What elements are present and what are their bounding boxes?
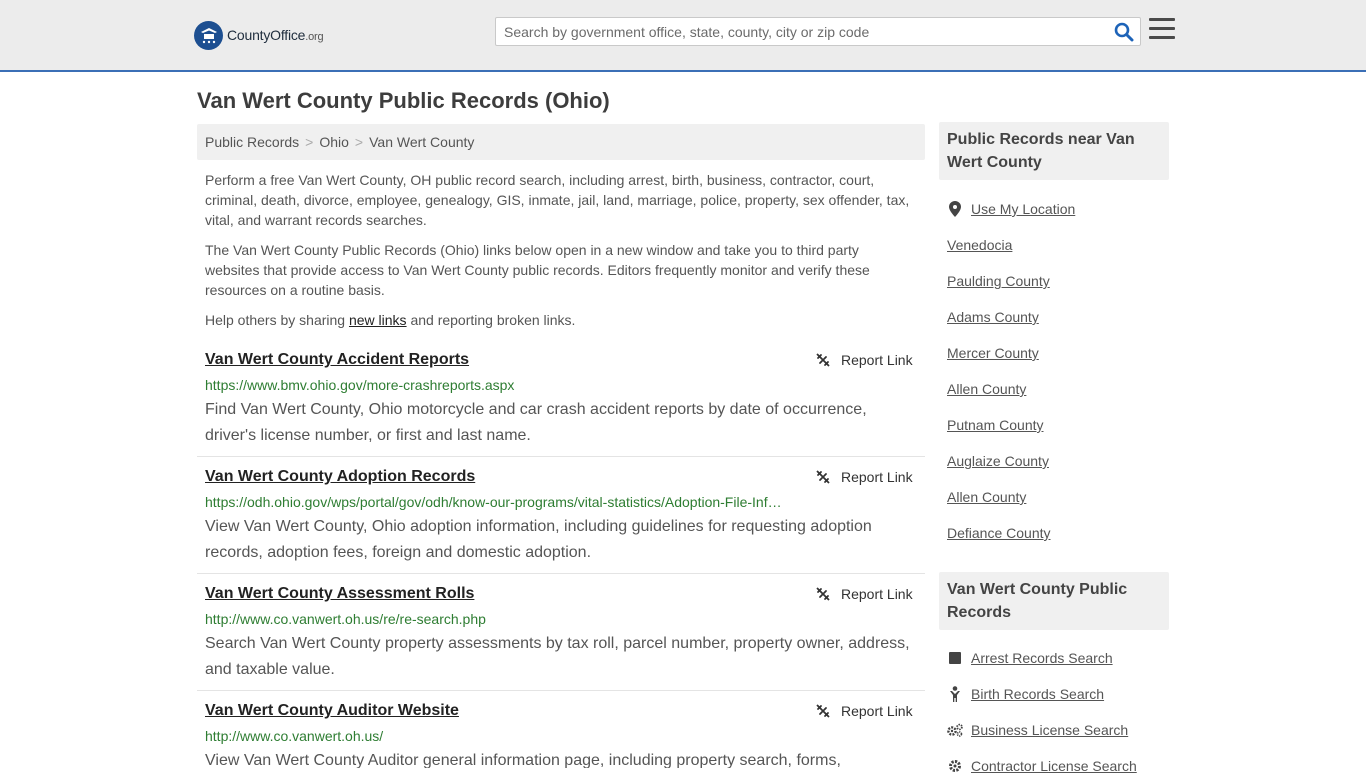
nearby-records-box: Public Records near Van Wert County bbox=[939, 122, 1169, 180]
breadcrumb: Public Records > Ohio > Van Wert County bbox=[197, 124, 925, 160]
nearby-link-allen-county-2[interactable]: Allen County bbox=[947, 489, 1026, 505]
result-url[interactable]: https://odh.ohio.gov/wps/portal/gov/odh/… bbox=[205, 494, 785, 510]
nearby-link-paulding-county[interactable]: Paulding County bbox=[947, 273, 1050, 289]
county-records-box: Van Wert County Public Records bbox=[939, 572, 1169, 630]
contractor-license-link[interactable]: Contractor License Search bbox=[947, 758, 1137, 774]
nearby-records-heading: Public Records near Van Wert County bbox=[947, 131, 1135, 171]
logo-text: CountyOffice.org bbox=[227, 27, 324, 43]
report-link-button[interactable]: Report Link bbox=[815, 352, 913, 368]
broken-link-icon bbox=[816, 353, 830, 367]
nearby-link-adams-county[interactable]: Adams County bbox=[947, 309, 1039, 325]
site-header: CountyOffice.org bbox=[0, 0, 1366, 72]
result-title-link[interactable]: Van Wert County Assessment Rolls bbox=[205, 585, 474, 603]
child-icon bbox=[947, 686, 963, 702]
map-pin-icon bbox=[947, 201, 963, 217]
new-links-link[interactable]: new links bbox=[349, 312, 407, 328]
result-title-link[interactable]: Van Wert County Accident Reports bbox=[205, 351, 469, 369]
result-description: View Van Wert County, Ohio adoption info… bbox=[205, 518, 872, 561]
nearby-link-defiance-county[interactable]: Defiance County bbox=[947, 525, 1051, 541]
gears-icon bbox=[947, 722, 963, 738]
disclaimer-paragraph: The Van Wert County Public Records (Ohio… bbox=[205, 242, 870, 298]
breadcrumb-current: Van Wert County bbox=[369, 134, 475, 150]
result-divider bbox=[197, 456, 925, 457]
broken-link-icon bbox=[816, 704, 830, 718]
business-license-link[interactable]: Business License Search bbox=[947, 722, 1128, 738]
search-bar bbox=[495, 17, 1141, 46]
nearby-link-allen-county[interactable]: Allen County bbox=[947, 381, 1026, 397]
result-url[interactable]: http://www.co.vanwert.oh.us/ bbox=[205, 728, 785, 744]
search-input[interactable] bbox=[496, 18, 1112, 45]
birth-records-link[interactable]: Birth Records Search bbox=[947, 686, 1104, 702]
search-button[interactable] bbox=[1114, 22, 1134, 42]
square-icon bbox=[947, 650, 963, 666]
share-paragraph: Help others by sharing new links and rep… bbox=[205, 312, 576, 328]
nearby-link-putnam-county[interactable]: Putnam County bbox=[947, 417, 1044, 433]
result-title-link[interactable]: Van Wert County Adoption Records bbox=[205, 468, 475, 486]
nearby-link-mercer-county[interactable]: Mercer County bbox=[947, 345, 1039, 361]
report-link-button[interactable]: Report Link bbox=[815, 469, 913, 485]
report-link-button[interactable]: Report Link bbox=[815, 703, 913, 719]
result-description: View Van Wert County Auditor general inf… bbox=[205, 752, 841, 768]
broken-link-icon bbox=[816, 470, 830, 484]
logo-seal-icon bbox=[194, 20, 223, 50]
site-logo[interactable]: CountyOffice.org bbox=[194, 20, 324, 50]
arrest-records-link[interactable]: Arrest Records Search bbox=[947, 650, 1113, 666]
gear-icon bbox=[947, 758, 963, 774]
page-title: Van Wert County Public Records (Ohio) bbox=[197, 88, 610, 113]
breadcrumb-separator: > bbox=[354, 134, 364, 150]
breadcrumb-separator: > bbox=[305, 134, 314, 150]
county-records-heading: Van Wert County Public Records bbox=[947, 581, 1128, 621]
nearby-link-auglaize-county[interactable]: Auglaize County bbox=[947, 453, 1049, 469]
report-link-button[interactable]: Report Link bbox=[815, 586, 913, 602]
result-url[interactable]: https://www.bmv.ohio.gov/more-crashrepor… bbox=[205, 377, 785, 393]
breadcrumb-public-records[interactable]: Public Records bbox=[205, 134, 299, 150]
hamburger-menu-icon[interactable] bbox=[1149, 18, 1175, 42]
breadcrumb-ohio[interactable]: Ohio bbox=[319, 134, 349, 150]
broken-link-icon bbox=[816, 587, 830, 601]
result-title-link[interactable]: Van Wert County Auditor Website bbox=[205, 702, 459, 720]
result-url[interactable]: http://www.co.vanwert.oh.us/re/re-search… bbox=[205, 611, 785, 627]
result-description: Search Van Wert County property assessme… bbox=[205, 635, 910, 678]
intro-paragraph: Perform a free Van Wert County, OH publi… bbox=[205, 172, 910, 228]
result-description: Find Van Wert County, Ohio motorcycle an… bbox=[205, 401, 867, 444]
search-icon bbox=[1114, 22, 1134, 42]
use-my-location-link[interactable]: Use My Location bbox=[947, 201, 1075, 217]
nearby-link-venedocia[interactable]: Venedocia bbox=[947, 237, 1012, 253]
result-divider bbox=[197, 573, 925, 574]
result-divider bbox=[197, 690, 925, 691]
